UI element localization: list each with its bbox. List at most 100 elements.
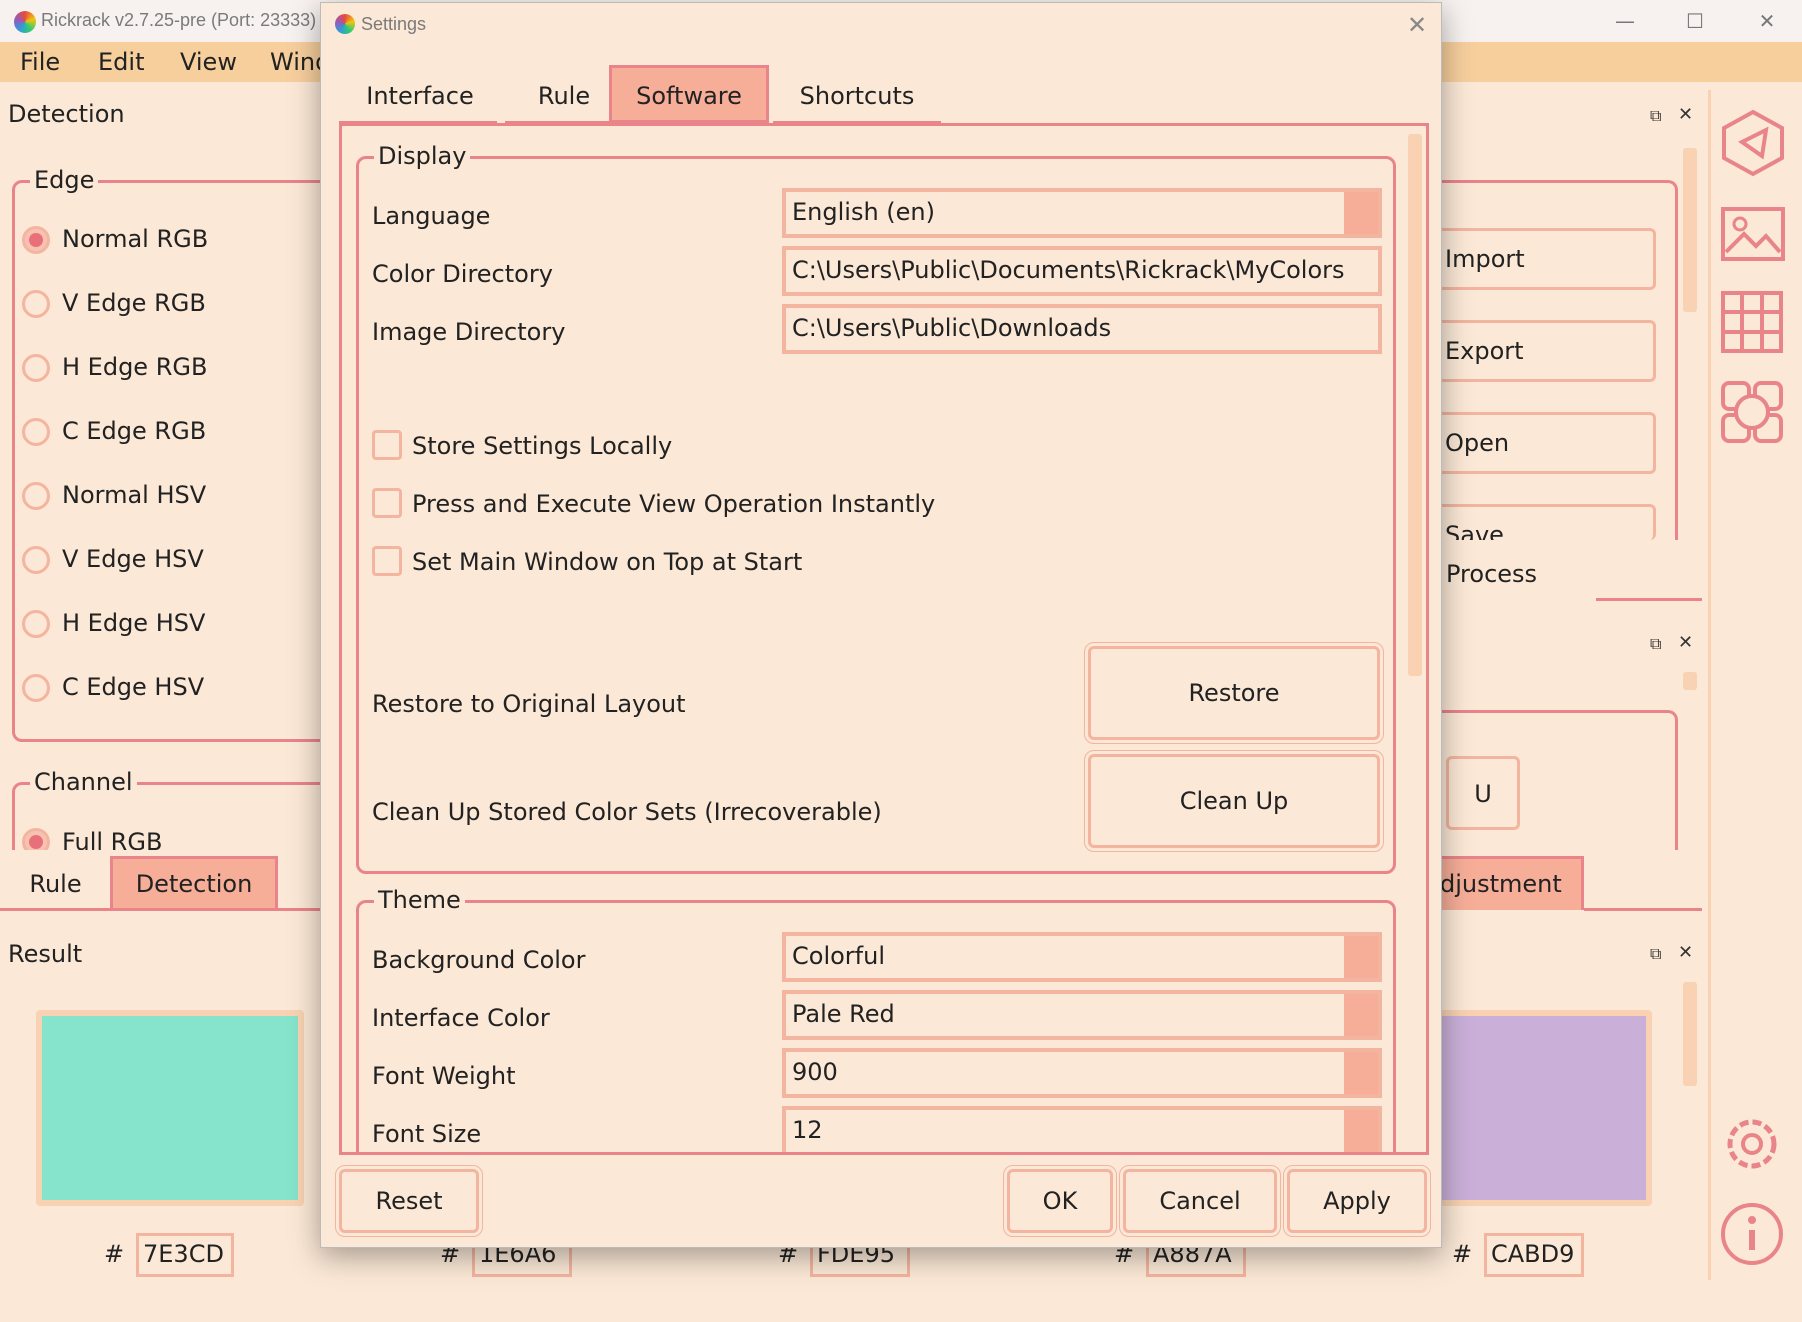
edge-group <box>12 180 352 742</box>
language-label: Language <box>372 202 491 230</box>
apply-button[interactable]: Apply <box>1283 1165 1431 1237</box>
hex-input-1[interactable]: 7E3CD <box>136 1233 234 1277</box>
tab-shortcuts[interactable]: Shortcuts <box>773 65 941 123</box>
close-button[interactable]: ✕ <box>1742 6 1792 36</box>
settings-scrollbar[interactable] <box>1408 134 1422 676</box>
font-weight-spin-arrows[interactable] <box>1344 1052 1378 1094</box>
radio-label-v-edge-rgb: V Edge RGB <box>62 289 206 317</box>
theme-legend: Theme <box>374 886 465 914</box>
radio-h-edge-hsv[interactable] <box>22 610 50 638</box>
open-button[interactable]: Open <box>1434 412 1656 474</box>
language-value: English (en) <box>792 198 935 226</box>
bg-color-value: Colorful <box>792 942 885 970</box>
bg-color-select[interactable]: Colorful <box>782 932 1382 982</box>
edge-group-legend: Edge <box>30 166 99 194</box>
grid-icon[interactable] <box>1720 290 1784 354</box>
color-directory-label: Color Directory <box>372 260 553 288</box>
color-swatch-5[interactable] <box>1430 1010 1652 1206</box>
check-window-on-top[interactable] <box>372 546 402 576</box>
tab-rule-settings[interactable]: Rule <box>505 65 623 123</box>
radio-label-h-edge-rgb: H Edge RGB <box>62 353 208 381</box>
check-execute-instantly[interactable] <box>372 488 402 518</box>
gear-icon[interactable] <box>1718 1110 1786 1178</box>
export-button[interactable]: Export <box>1434 320 1656 382</box>
language-dropdown-arrow[interactable] <box>1344 192 1378 234</box>
check-window-on-top-label: Set Main Window on Top at Start <box>412 548 803 576</box>
tab-detection[interactable]: Detection <box>110 856 278 910</box>
radio-v-edge-hsv[interactable] <box>22 546 50 574</box>
color-swatch-1[interactable] <box>36 1010 304 1206</box>
check-store-locally[interactable] <box>372 430 402 460</box>
bg-color-dropdown-arrow[interactable] <box>1344 936 1378 978</box>
radio-label-normal-rgb: Normal RGB <box>62 225 209 253</box>
minimize-button[interactable]: — <box>1600 6 1650 36</box>
tab-underline <box>0 908 330 911</box>
triangle-icon[interactable] <box>1718 108 1788 178</box>
ui-color-value: Pale Red <box>792 1000 895 1028</box>
language-select[interactable]: English (en) <box>782 188 1382 238</box>
radio-label-c-edge-rgb: C Edge RGB <box>62 417 207 445</box>
check-store-locally-label: Store Settings Locally <box>412 432 673 460</box>
ok-button[interactable]: OK <box>1003 1165 1117 1237</box>
image-directory-input[interactable]: C:\Users\Public\Downloads <box>782 304 1382 354</box>
flower-icon[interactable] <box>1720 380 1784 444</box>
radio-normal-rgb[interactable] <box>22 226 50 254</box>
app-logo-icon <box>14 11 36 33</box>
hex-hash-1: # <box>104 1240 125 1268</box>
float-panel-icon[interactable]: ⧉ <box>1650 106 1661 126</box>
radio-normal-hsv[interactable] <box>22 482 50 510</box>
tab-software[interactable]: Software <box>609 65 769 123</box>
cleanup-button[interactable]: Clean Up <box>1084 750 1384 852</box>
close-panel-icon-2[interactable]: ✕ <box>1678 632 1693 653</box>
radio-c-edge-hsv[interactable] <box>22 674 50 702</box>
info-icon[interactable] <box>1718 1200 1786 1268</box>
font-size-label: Font Size <box>372 1120 482 1148</box>
tab-process[interactable]: Process <box>1446 560 1537 588</box>
result-panel-title: Result <box>8 940 83 968</box>
ui-color-dropdown-arrow[interactable] <box>1344 994 1378 1036</box>
detection-panel-title: Detection <box>8 100 125 128</box>
menu-file[interactable]: File <box>20 48 60 76</box>
hex-input-5[interactable]: CABD9 <box>1484 1233 1584 1277</box>
app-title: Rickrack v2.7.25-pre (Port: 23333) <box>41 10 317 30</box>
tab-adjustment[interactable]: djustment <box>1440 856 1584 910</box>
cancel-button[interactable]: Cancel <box>1119 1165 1281 1237</box>
restore-label: Restore to Original Layout <box>372 690 686 718</box>
float-panel-icon-2[interactable]: ⧉ <box>1650 634 1661 654</box>
channel-group-legend: Channel <box>30 768 137 796</box>
image-icon[interactable] <box>1720 206 1786 262</box>
radio-h-edge-rgb[interactable] <box>22 354 50 382</box>
settings-logo-icon <box>335 14 355 34</box>
import-button[interactable]: Import <box>1434 228 1656 290</box>
settings-close-icon[interactable]: ✕ <box>1401 9 1433 41</box>
u-button[interactable]: U <box>1446 756 1520 830</box>
radio-c-edge-rgb[interactable] <box>22 418 50 446</box>
restore-button[interactable]: Restore <box>1084 642 1384 744</box>
radio-v-edge-rgb[interactable] <box>22 290 50 318</box>
font-size-spin-arrows[interactable] <box>1344 1110 1378 1152</box>
font-size-value: 12 <box>792 1116 823 1144</box>
settings-dialog: Settings ✕ Interface Rule Software Short… <box>320 2 1442 1248</box>
settings-titlebar <box>321 3 1441 47</box>
ui-color-select[interactable]: Pale Red <box>782 990 1382 1040</box>
font-weight-spin[interactable]: 900 <box>782 1048 1382 1098</box>
settings-title: Settings <box>361 14 427 34</box>
tab-interface[interactable]: Interface <box>343 65 497 123</box>
reset-button[interactable]: Reset <box>335 1165 483 1237</box>
right-scrollbar-2[interactable] <box>1683 672 1697 690</box>
maximize-button[interactable]: ☐ <box>1670 6 1720 36</box>
right-scrollbar-3[interactable] <box>1683 982 1697 1086</box>
tab-rule[interactable]: Rule <box>8 870 103 898</box>
radio-label-normal-hsv: Normal HSV <box>62 481 207 509</box>
image-directory-label: Image Directory <box>372 318 566 346</box>
close-panel-icon-3[interactable]: ✕ <box>1678 942 1693 963</box>
menu-edit[interactable]: Edit <box>98 48 144 76</box>
float-panel-icon-3[interactable]: ⧉ <box>1650 944 1661 964</box>
menu-view[interactable]: View <box>180 48 237 76</box>
close-panel-icon[interactable]: ✕ <box>1678 104 1693 125</box>
save-button[interactable]: Save <box>1434 504 1656 540</box>
font-size-spin[interactable]: 12 <box>782 1106 1382 1152</box>
right-toolbar <box>1708 90 1802 1280</box>
color-directory-input[interactable]: C:\Users\Public\Documents\Rickrack\MyCol… <box>782 246 1382 296</box>
right-scrollbar[interactable] <box>1683 148 1697 312</box>
